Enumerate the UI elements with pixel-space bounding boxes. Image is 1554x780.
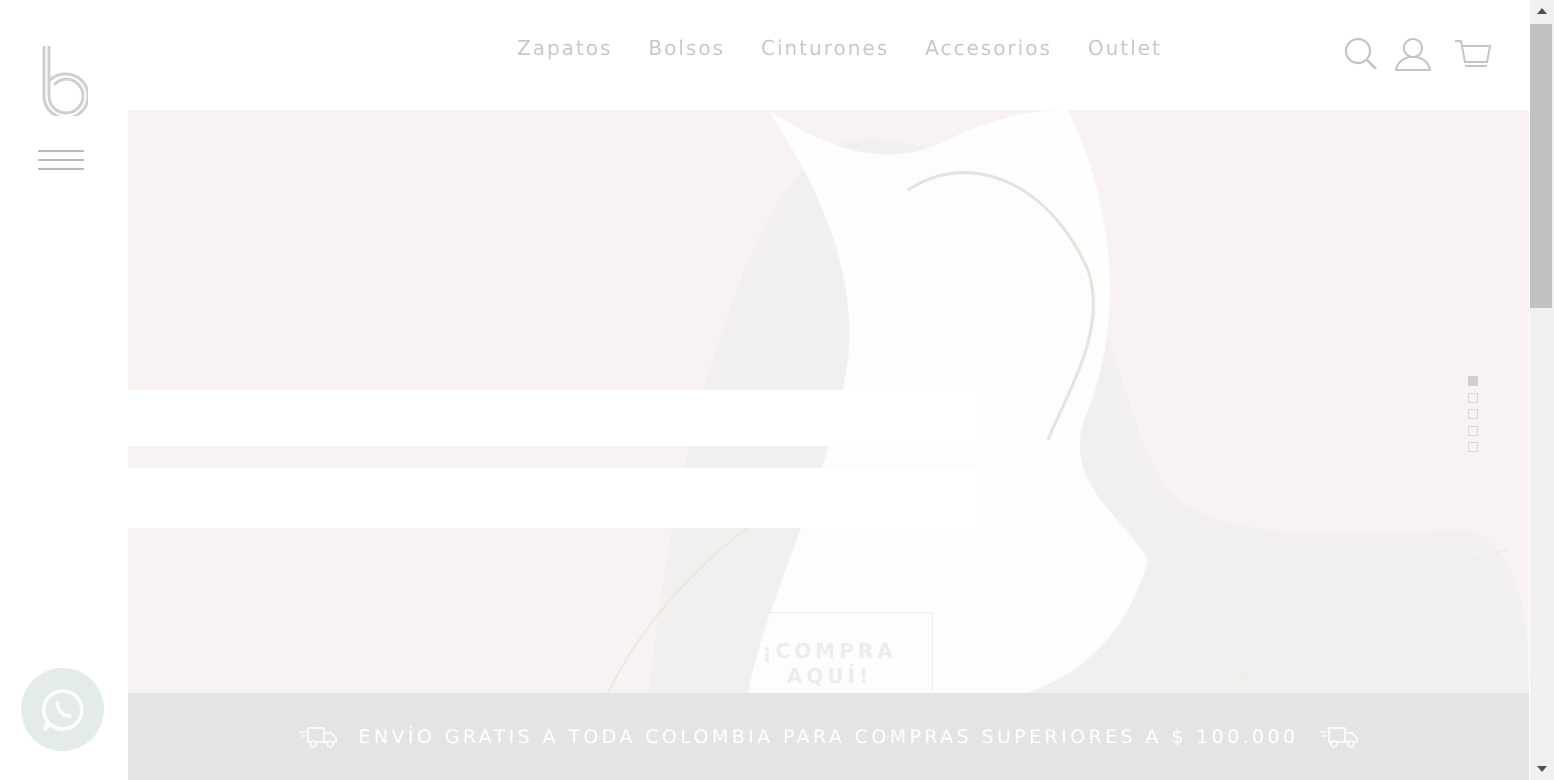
cart-icon[interactable] [1454,36,1492,74]
scrollbar-thumb[interactable] [1530,24,1552,308]
nav-item-bolsos[interactable]: Bolsos [648,36,725,60]
page: Zapatos Bolsos Cinturones Accesorios Out… [0,0,1554,780]
left-rail [0,0,128,780]
menu-line [38,150,84,152]
whatsapp-button[interactable] [21,668,104,751]
slide-dot-3[interactable] [1468,409,1478,419]
banner-text: ENVÍO GRATIS A TODA COLOMBIA PARA COMPRA… [358,725,1299,748]
user-icon[interactable] [1394,36,1432,74]
header: Zapatos Bolsos Cinturones Accesorios Out… [128,0,1530,110]
slide-dot-5[interactable] [1468,442,1478,452]
delivery-truck-icon [1319,726,1358,748]
nav-item-zapatos[interactable]: Zapatos [517,36,612,60]
hero-headline-bar [128,390,982,446]
menu-line [38,168,84,170]
menu-line [38,159,84,161]
slide-dot-2[interactable] [1468,392,1478,403]
vertical-scrollbar[interactable] [1530,0,1554,780]
brand-logo[interactable] [38,44,88,116]
delivery-truck-icon [299,726,338,748]
hero-subheadline-bar [128,468,982,528]
nav-item-accesorios[interactable]: Accesorios [925,36,1052,60]
cta-line-1: ¡COMPRA [762,639,897,663]
menu-icon[interactable] [38,150,84,172]
main-nav: Zapatos Bolsos Cinturones Accesorios Out… [517,36,1198,60]
cta-line-2: AQUÍ! [786,664,873,688]
hero-slider: ¡COMPRA AQUÍ! [128,110,1529,693]
nav-item-cinturones[interactable]: Cinturones [761,36,889,60]
whatsapp-icon [41,688,84,731]
nav-item-outlet[interactable]: Outlet [1088,36,1162,60]
slide-dot-1[interactable] [1468,376,1478,386]
scroll-down-arrow-icon[interactable] [1530,758,1554,780]
free-shipping-banner: ENVÍO GRATIS A TODA COLOMBIA PARA COMPRA… [128,693,1529,780]
scroll-up-arrow-icon[interactable] [1530,0,1554,22]
search-icon[interactable] [1342,36,1380,74]
shop-now-button[interactable]: ¡COMPRA AQUÍ! [726,612,933,693]
slider-pagination [1468,376,1478,459]
slide-dot-4[interactable] [1468,425,1478,436]
